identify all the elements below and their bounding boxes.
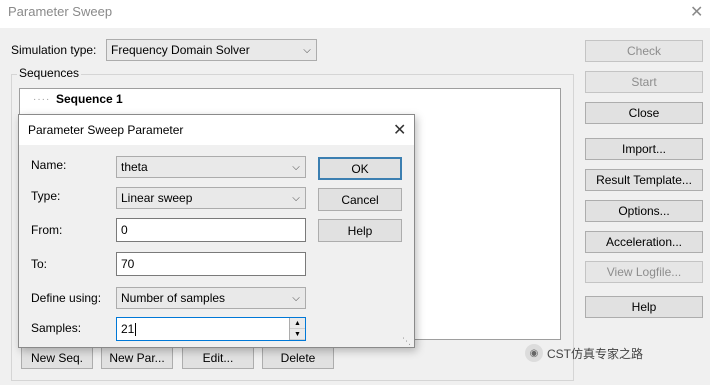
tree-connector: ···· xyxy=(33,94,51,105)
name-label: Name: xyxy=(31,158,67,172)
dialog-help-button[interactable]: Help xyxy=(318,219,402,242)
ok-button[interactable]: OK xyxy=(318,157,402,180)
simulation-type-label: Simulation type: xyxy=(11,43,97,57)
chevron-down-icon: ⌵ xyxy=(292,292,300,304)
import-button[interactable]: Import... xyxy=(585,138,703,160)
chevron-down-icon: ⌵ xyxy=(303,44,311,56)
from-label: From: xyxy=(31,223,63,237)
cancel-button[interactable]: Cancel xyxy=(318,188,402,211)
check-button[interactable]: Check xyxy=(585,40,703,62)
type-label: Type: xyxy=(31,189,61,203)
text-caret xyxy=(135,322,137,336)
samples-label: Samples: xyxy=(31,321,82,335)
samples-value: 21 xyxy=(121,322,135,336)
help-button[interactable]: Help xyxy=(585,296,703,318)
name-value: theta xyxy=(121,160,148,174)
define-using-value: Number of samples xyxy=(121,291,226,305)
new-seq-button[interactable]: New Seq. xyxy=(21,347,93,369)
type-select[interactable]: Linear sweep ⌵ xyxy=(116,187,306,209)
window-close-icon[interactable]: ✕ xyxy=(690,2,703,22)
view-logfile-button[interactable]: View Logfile... xyxy=(585,261,703,283)
name-select[interactable]: theta ⌵ xyxy=(116,156,306,178)
simulation-type-value: Frequency Domain Solver xyxy=(111,43,250,57)
simulation-type-select[interactable]: Frequency Domain Solver ⌵ xyxy=(106,39,317,61)
dialog-title: Parameter Sweep Parameter xyxy=(28,123,184,137)
to-value: 70 xyxy=(121,257,135,271)
define-using-select[interactable]: Number of samples ⌵ xyxy=(116,287,306,309)
acceleration-button[interactable]: Acceleration... xyxy=(585,231,703,253)
parameter-dialog: Parameter Sweep Parameter ✕ Name: theta … xyxy=(18,114,415,348)
chevron-down-icon: ⌵ xyxy=(292,192,300,204)
from-value: 0 xyxy=(121,223,128,237)
spin-down-icon[interactable]: ▼ xyxy=(290,329,305,340)
dialog-close-icon[interactable]: ✕ xyxy=(393,120,406,140)
samples-spin-buttons[interactable]: ▲ ▼ xyxy=(289,318,305,340)
window-title: Parameter Sweep xyxy=(8,4,113,19)
watermark-text: CST仿真专家之路 xyxy=(547,346,644,361)
spin-up-icon[interactable]: ▲ xyxy=(290,318,305,329)
watermark: ◉ CST仿真专家之路 xyxy=(525,344,643,362)
wechat-icon: ◉ xyxy=(525,344,543,362)
close-button[interactable]: Close xyxy=(585,102,703,124)
sequences-group-label: Sequences xyxy=(17,66,82,80)
from-input[interactable]: 0 xyxy=(116,218,306,242)
start-button[interactable]: Start xyxy=(585,71,703,93)
define-using-label: Define using: xyxy=(31,291,102,305)
sequence-item[interactable]: Sequence 1 xyxy=(56,92,123,106)
edit-button[interactable]: Edit... xyxy=(182,347,254,369)
to-input[interactable]: 70 xyxy=(116,252,306,276)
options-button[interactable]: Options... xyxy=(585,200,703,222)
delete-button[interactable]: Delete xyxy=(262,347,334,369)
chevron-down-icon: ⌵ xyxy=(292,161,300,173)
result-template-button[interactable]: Result Template... xyxy=(585,169,703,191)
resize-grip-icon[interactable]: ⋱ xyxy=(402,336,411,347)
to-label: To: xyxy=(31,257,48,271)
samples-spinbox[interactable]: 21 ▲ ▼ xyxy=(116,317,306,341)
type-value: Linear sweep xyxy=(121,191,193,205)
new-par-button[interactable]: New Par... xyxy=(101,347,173,369)
